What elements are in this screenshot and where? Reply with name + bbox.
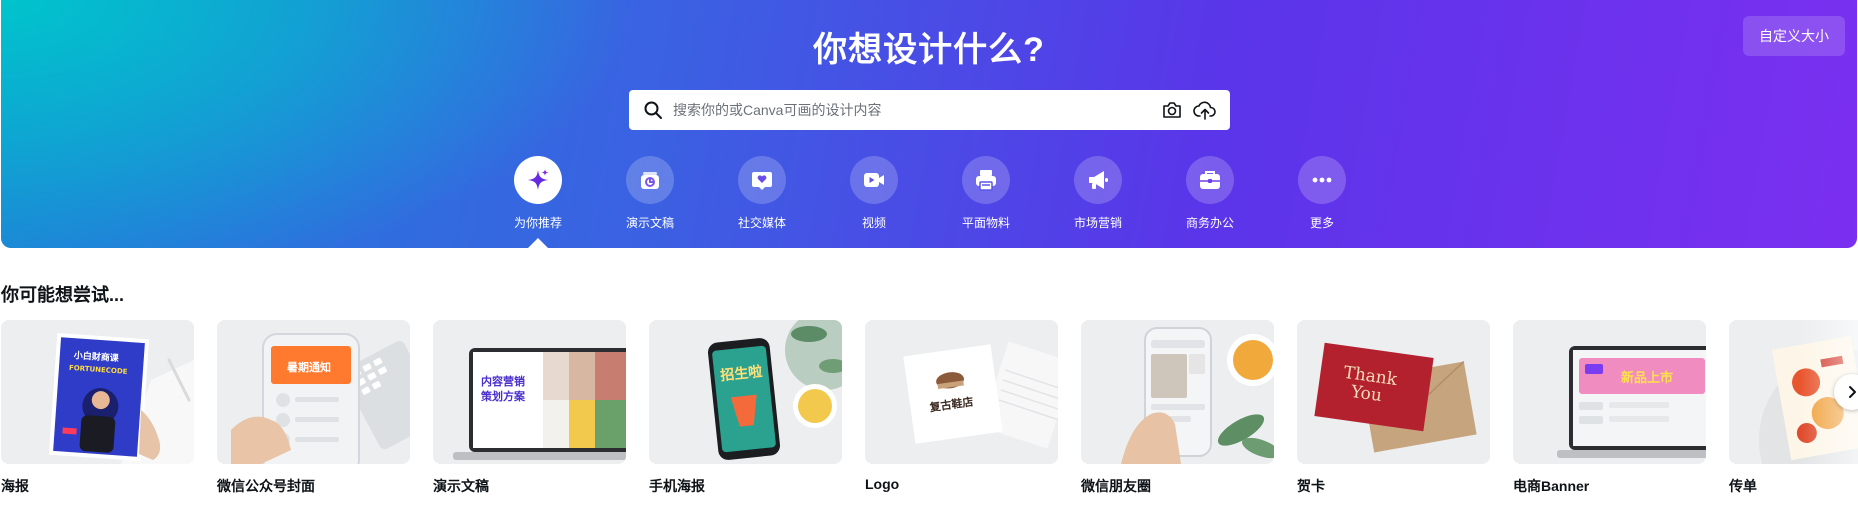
- banner-laptop-mockup-image: 新品上市: [1513, 320, 1706, 464]
- card-label: 电商Banner: [1513, 478, 1590, 494]
- tab-presentations[interactable]: 演示文稿: [605, 156, 695, 231]
- thumb-text: 新品上市: [1621, 370, 1673, 386]
- hero-banner: 你想设计什么? 自定义大小 为你推荐: [1, 0, 1857, 248]
- search-input[interactable]: [673, 90, 1133, 130]
- suggestion-card-greeting-card[interactable]: Thank You 贺卡: [1297, 320, 1490, 496]
- briefcase-icon: [1200, 171, 1220, 189]
- more-icon: [1312, 177, 1332, 183]
- card-label: 微信公众号封面: [217, 478, 315, 494]
- suggestions-title: 你可能想尝试...: [1, 285, 125, 305]
- laptop-mockup-image: 内容营销 策划方案: [433, 320, 626, 464]
- card-thumbnail: [1081, 320, 1274, 464]
- tab-more[interactable]: 更多: [1277, 156, 1367, 231]
- card-thumbnail: 内容营销 策划方案: [433, 320, 626, 464]
- tab-label: 视频: [861, 216, 886, 230]
- suggestion-card-presentation[interactable]: 内容营销 策划方案 演示文稿: [433, 320, 626, 496]
- camera-icon[interactable]: [1161, 100, 1183, 120]
- suggestion-card-flyer[interactable]: 传单: [1729, 320, 1858, 496]
- upload-cloud-icon[interactable]: [1193, 99, 1217, 121]
- suggestion-card-mobile-poster[interactable]: 招生啦 手机海报: [649, 320, 842, 496]
- tab-business[interactable]: 商务办公: [1165, 156, 1255, 231]
- card-thumbnail: 复古鞋店: [865, 320, 1058, 464]
- tab-label: 社交媒体: [737, 216, 786, 230]
- greeting-card-mockup-image: Thank You: [1297, 320, 1490, 464]
- card-label: 传单: [1729, 478, 1757, 494]
- sparkle-icon: [528, 169, 549, 190]
- tab-recommended[interactable]: 为你推荐: [493, 156, 583, 231]
- card-label: 微信朋友圈: [1081, 478, 1151, 494]
- chevron-right-icon: [1849, 386, 1856, 398]
- card-label: 演示文稿: [433, 478, 489, 494]
- mobile-poster-mockup-image: 招生啦: [649, 320, 842, 464]
- suggestion-card-wechat-cover[interactable]: 暑期通知 微信公众号封面: [217, 320, 410, 496]
- suggestions-carousel: 小白财商课 FORTUNECODE 海报 暑期通知 微信公众号封面 内容营销 策…: [0, 320, 1858, 500]
- moments-mockup-image: [1081, 320, 1274, 464]
- poster-mockup-image: 小白财商课 FORTUNECODE: [1, 320, 194, 464]
- suggestion-card-wechat-moments[interactable]: 微信朋友圈: [1081, 320, 1274, 496]
- search-bar[interactable]: [629, 90, 1230, 130]
- thumb-text: 策划方案: [480, 389, 526, 403]
- presentation-icon: [641, 172, 659, 189]
- suggestion-card-logo[interactable]: 复古鞋店 Logo: [865, 320, 1058, 492]
- video-camera-icon: [864, 173, 884, 187]
- suggestion-card-poster[interactable]: 小白财商课 FORTUNECODE 海报: [1, 320, 194, 496]
- tab-label: 平面物料: [961, 216, 1010, 230]
- tab-label: 更多: [1309, 216, 1334, 230]
- thumb-text: 内容营销: [481, 374, 525, 388]
- active-tab-indicator: [528, 238, 548, 248]
- card-thumbnail: 小白财商课 FORTUNECODE: [1, 320, 194, 464]
- suggestion-card-ecommerce-banner[interactable]: 新品上市 电商Banner: [1513, 320, 1706, 496]
- tab-label: 为你推荐: [513, 216, 562, 230]
- card-label: 手机海报: [649, 478, 705, 494]
- megaphone-icon: [1089, 171, 1108, 189]
- card-thumbnail: Thank You: [1297, 320, 1490, 464]
- card-thumbnail: 招生啦: [649, 320, 842, 464]
- card-label: 贺卡: [1297, 478, 1325, 494]
- card-thumbnail: 新品上市: [1513, 320, 1706, 464]
- logo-mockup-image: 复古鞋店: [865, 320, 1058, 464]
- phone-mockup-image: 暑期通知: [217, 320, 410, 464]
- tab-label: 市场营销: [1073, 216, 1122, 230]
- tab-label: 商务办公: [1185, 216, 1234, 230]
- search-icon: [644, 101, 662, 119]
- custom-size-button[interactable]: 自定义大小: [1743, 16, 1845, 56]
- tab-marketing[interactable]: 市场营销: [1053, 156, 1143, 231]
- tab-label: 演示文稿: [625, 216, 674, 230]
- page-title: 你想设计什么?: [813, 31, 1045, 69]
- tab-video[interactable]: 视频: [829, 156, 919, 231]
- card-thumbnail: 暑期通知: [217, 320, 410, 464]
- tab-print[interactable]: 平面物料: [941, 156, 1031, 231]
- heart-chat-icon: [752, 172, 772, 190]
- thumb-text: 暑期通知: [287, 360, 331, 374]
- printer-icon: [976, 170, 996, 191]
- category-tabs: 为你推荐 演示文稿 社交媒体 视频 平面物料 市场营销 商务办公 更多: [1, 156, 1857, 236]
- tab-social-media[interactable]: 社交媒体: [717, 156, 807, 231]
- card-label: Logo: [865, 476, 900, 492]
- card-label: 海报: [1, 478, 29, 494]
